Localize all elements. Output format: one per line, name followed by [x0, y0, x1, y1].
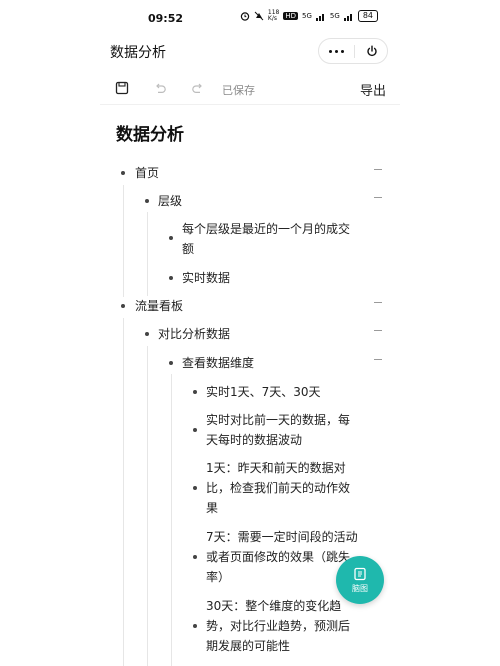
outline-node[interactable]: 实时数据 [182, 267, 230, 289]
power-icon[interactable] [355, 39, 388, 63]
outline-node-continued: 果 [206, 501, 219, 515]
outline-node-continued: 比，检查我们前天的动作效 [206, 481, 351, 495]
alarm-icon [240, 12, 250, 21]
tree-guide-line [123, 318, 124, 666]
collapse-toggle[interactable] [374, 359, 382, 360]
collapse-toggle[interactable] [374, 169, 382, 170]
bullet-icon [193, 428, 197, 432]
outline-node-continued: 率） [206, 570, 231, 584]
signal-bars-icon-2 [343, 13, 352, 21]
toolbar-divider [100, 104, 400, 105]
signal-5g-1: 5G [302, 12, 312, 20]
more-dots-icon[interactable] [319, 39, 353, 63]
outline-node[interactable]: 层级 [158, 190, 182, 212]
bullet-icon [193, 486, 197, 490]
mindmap-label: 脑图 [352, 583, 368, 593]
outline-node[interactable]: 实时1天、7天、30天 [206, 381, 321, 403]
undo-icon[interactable] [150, 78, 170, 98]
collapse-toggle[interactable] [374, 197, 382, 198]
outline-node[interactable]: 7天：需要一定时间段的活动 [206, 526, 358, 548]
mindmap-icon [354, 567, 366, 580]
status-bar: 09:52 118 K/s HD 5G 5G 84 [100, 0, 400, 36]
miniprogram-capsule [318, 38, 388, 64]
outline-node[interactable]: 每个层级是最近的一个月的成交 [182, 218, 350, 240]
status-time: 09:52 [148, 12, 184, 25]
bullet-icon [145, 332, 149, 336]
redo-icon[interactable] [188, 78, 208, 98]
outline-node[interactable]: 流量看板 [135, 295, 183, 317]
outline-node[interactable]: 1天：昨天和前天的数据对 [206, 457, 346, 479]
save-icon[interactable] [112, 78, 132, 98]
saved-status: 已保存 [222, 84, 255, 97]
bullet-icon [193, 390, 197, 394]
outline-node[interactable]: 对比分析数据 [158, 323, 230, 345]
outline-node[interactable]: 30天：整个维度的变化趋 [206, 595, 341, 617]
bullet-icon [169, 276, 173, 280]
tree-guide-line [123, 185, 124, 297]
outline-node[interactable]: 查看数据维度 [182, 352, 254, 374]
tree-guide-line [171, 374, 172, 666]
bullet-icon [145, 199, 149, 203]
title-bar: 数据分析 [100, 36, 400, 68]
outline-node-continued: 天每时的数据波动 [206, 433, 303, 447]
bullet-icon [193, 555, 197, 559]
bullet-icon [169, 361, 173, 365]
outline-node[interactable]: 首页 [135, 162, 159, 184]
tree-guide-line [147, 212, 148, 296]
document-title: 数据分析 [116, 125, 184, 145]
mindmap-button[interactable]: 脑图 [336, 556, 384, 604]
status-icons: 118 K/s HD 5G 5G 84 [240, 10, 378, 22]
hd-badge: HD [283, 12, 299, 20]
signal-5g-2: 5G [329, 12, 340, 20]
outline-node-continued: 或者页面修改的效果（跳失 [206, 550, 351, 564]
outline-node[interactable]: 实时对比前一天的数据，每 [206, 409, 350, 431]
outline-node-continued: 期发展的可能性 [206, 639, 291, 653]
bullet-icon [121, 171, 125, 175]
editor-toolbar: 已保存 导出 [100, 74, 400, 102]
signal-bars-icon [315, 13, 324, 21]
bullet-icon [193, 624, 197, 628]
tree-guide-line [147, 346, 148, 666]
app-screen: 09:52 118 K/s HD 5G 5G 84 数据分析 已保存 导出 数据… [100, 0, 400, 666]
page-title: 数据分析 [110, 45, 166, 61]
battery-indicator: 84 [357, 10, 378, 22]
export-button[interactable]: 导出 [360, 80, 386, 99]
outline-node-continued: 额 [182, 242, 195, 256]
outline-node-continued: 势，对比行业趋势，预测后 [206, 619, 351, 633]
net-speed: 118 K/s [267, 9, 280, 22]
bullet-icon [169, 236, 173, 240]
collapse-toggle[interactable] [374, 302, 382, 303]
mute-icon [254, 11, 264, 21]
bullet-icon [121, 304, 125, 308]
collapse-toggle[interactable] [374, 330, 382, 331]
